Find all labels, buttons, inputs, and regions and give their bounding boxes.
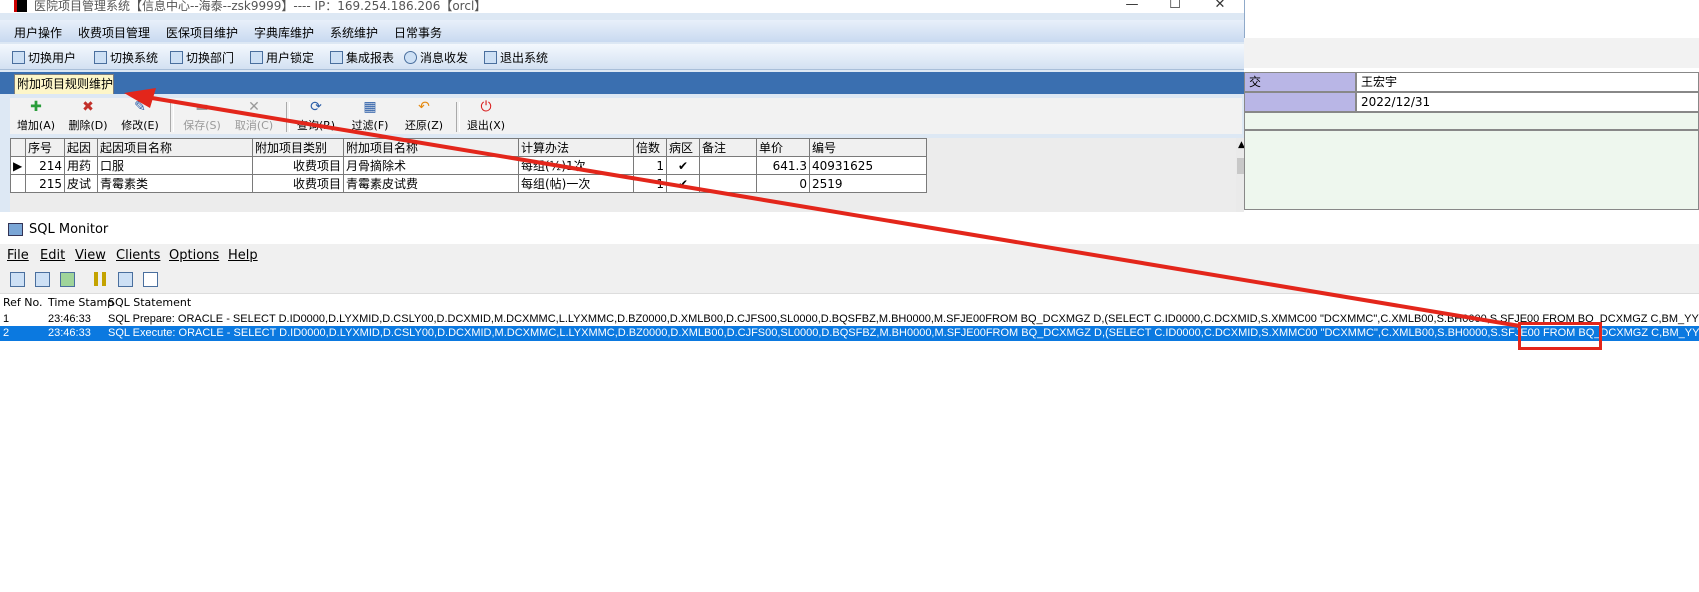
annotation-arrow <box>124 88 1521 328</box>
